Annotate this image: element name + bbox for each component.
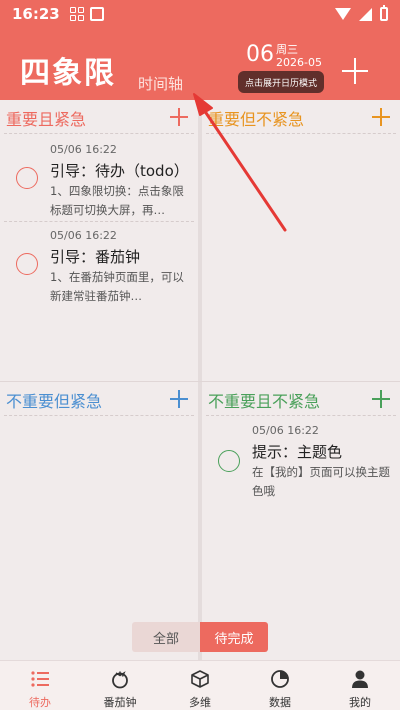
date-day[interactable]: 06	[246, 42, 274, 67]
signal-icon	[359, 7, 372, 21]
divider	[4, 415, 194, 416]
date-weekday[interactable]: 周三	[276, 41, 298, 57]
task-title: 引导：番茄钟	[50, 248, 141, 266]
task-title: 提示：主题色	[252, 443, 343, 461]
nav-item-pomodoro[interactable]: 番茄钟	[80, 661, 160, 710]
cube-icon	[191, 670, 209, 688]
task-description: 1、四象限切换：点击象限标题可切换大屏，再…	[50, 184, 184, 217]
divider	[206, 133, 396, 134]
nav-item-multi[interactable]: 多维	[160, 661, 240, 710]
quadrant-important-urgent: 重要且紧急 05/06 16:22 引导：待办（todo） 1、四象限切换：点击…	[0, 100, 198, 382]
page-title[interactable]: 四象限	[20, 48, 116, 92]
nav-label: 多维	[189, 696, 211, 709]
nav-item-todo[interactable]: 待办	[0, 661, 80, 710]
divider	[4, 133, 194, 134]
quadrant-add-icon[interactable]	[372, 108, 390, 126]
quadrant-add-icon[interactable]	[170, 390, 188, 408]
quadrant-not-important-not-urgent: 不重要且不紧急 05/06 16:22 提示：主题色 在【我的】页面可以换主题色…	[202, 382, 400, 660]
status-system-icons	[335, 5, 388, 21]
tomato-icon	[112, 671, 128, 689]
nav-item-me[interactable]: 我的	[320, 661, 400, 710]
quadrant-not-important-urgent: 不重要但紧急	[0, 382, 198, 660]
filter-all-button[interactable]: 全部	[132, 622, 200, 652]
battery-icon	[380, 5, 388, 21]
nav-label: 番茄钟	[103, 696, 137, 709]
quadrant-important-not-urgent: 重要但不紧急	[202, 100, 400, 382]
task-time: 05/06 16:22	[252, 424, 319, 437]
quadrant-header: 不重要但紧急	[0, 382, 198, 416]
bottom-nav: 待办 番茄钟 多维 数据 我的	[0, 660, 400, 710]
quadrant-header: 不重要且不紧急	[202, 382, 400, 416]
nav-label: 待办	[29, 696, 51, 709]
task-checkbox[interactable]	[16, 167, 38, 189]
grid-notification-icon	[69, 7, 84, 21]
quadrant-title[interactable]: 重要且紧急	[6, 106, 86, 130]
wifi-icon	[335, 8, 351, 20]
quadrant-header: 重要且紧急	[0, 100, 198, 134]
nav-label: 数据	[269, 696, 291, 709]
pie-chart-icon	[271, 670, 289, 688]
quadrant-header: 重要但不紧急	[202, 100, 400, 134]
divider	[206, 415, 396, 416]
task-description: 在【我的】页面可以换主题色哦	[252, 465, 390, 498]
date-year-month[interactable]: 2026-05	[276, 56, 322, 69]
task-divider	[4, 221, 194, 222]
task-checkbox[interactable]	[218, 450, 240, 472]
person-icon	[352, 670, 368, 688]
add-task-icon[interactable]	[342, 58, 368, 84]
task-time: 05/06 16:22	[50, 143, 117, 156]
filter-toggle: 全部 待完成	[132, 622, 268, 652]
task-description: 1、在番茄钟页面里，可以新建常驻番茄钟…	[50, 270, 184, 303]
status-bar: 16:23	[0, 0, 400, 28]
app-notification-icon	[89, 7, 104, 21]
quadrant-title[interactable]: 不重要且不紧急	[208, 388, 320, 412]
quadrant-add-icon[interactable]	[170, 108, 188, 126]
filter-pending-button[interactable]: 待完成	[200, 622, 268, 652]
status-time: 16:23	[12, 5, 60, 23]
list-icon	[31, 671, 49, 687]
status-notification-icons	[69, 7, 104, 21]
quadrant-add-icon[interactable]	[372, 390, 390, 408]
timeline-link[interactable]: 时间轴	[138, 73, 183, 94]
quadrant-title[interactable]: 不重要但紧急	[6, 388, 102, 412]
nav-item-data[interactable]: 数据	[240, 661, 320, 710]
task-checkbox[interactable]	[16, 253, 38, 275]
app-header: 四象限 时间轴 06 周三 2026-05 点击展开日历模式	[0, 28, 400, 100]
calendar-mode-button[interactable]: 点击展开日历模式	[238, 71, 324, 93]
quadrant-title[interactable]: 重要但不紧急	[208, 106, 304, 130]
task-title: 引导：待办（todo）	[50, 162, 189, 180]
nav-label: 我的	[349, 696, 371, 709]
task-time: 05/06 16:22	[50, 229, 117, 242]
